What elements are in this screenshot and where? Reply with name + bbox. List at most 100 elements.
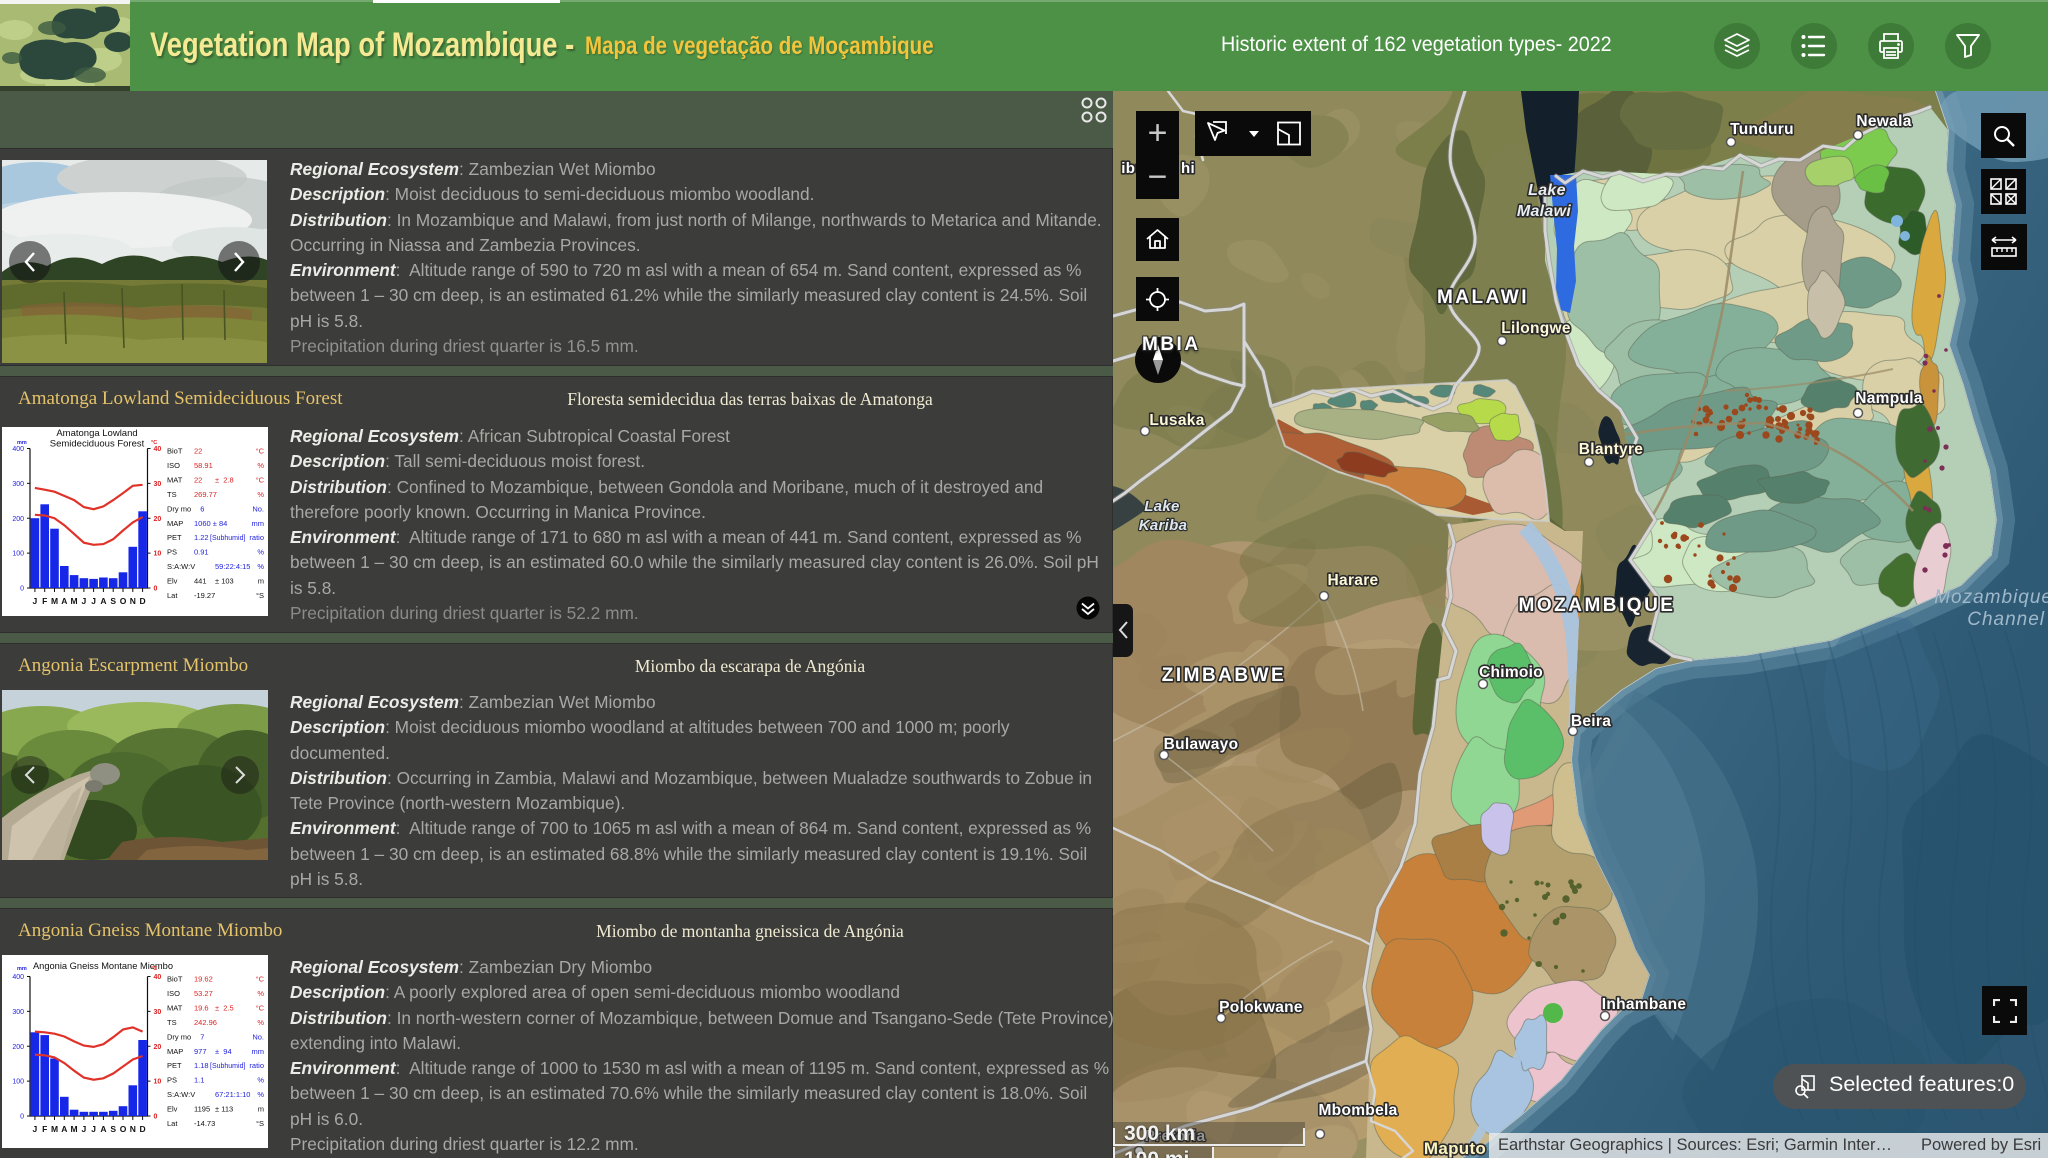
svg-text:40: 40 (154, 974, 162, 981)
svg-text:100: 100 (12, 1079, 24, 1086)
svg-text:± 103: ± 103 (215, 577, 234, 586)
svg-text:59:22:4:15: 59:22:4:15 (215, 562, 250, 571)
svg-text:19.6: 19.6 (194, 1003, 209, 1012)
svg-text:MALAWI: MALAWI (1437, 287, 1529, 308)
svg-text:PS: PS (167, 1076, 177, 1085)
svg-text:Kariba: Kariba (1139, 517, 1188, 534)
svg-text:0: 0 (20, 586, 24, 593)
svg-text:BioT: BioT (167, 975, 183, 984)
svg-text:269.77: 269.77 (194, 490, 217, 499)
svg-text:TS: TS (167, 1018, 177, 1027)
svg-text:Inhambane: Inhambane (1602, 996, 1687, 1013)
svg-text:Lat: Lat (167, 591, 178, 600)
svg-text:300: 300 (12, 481, 24, 488)
svg-text:Beira: Beira (1571, 713, 1611, 730)
svg-text:°C: °C (256, 447, 265, 456)
svg-text:Dry mo: Dry mo (167, 1032, 191, 1041)
svg-text:Lake: Lake (1144, 498, 1179, 515)
svg-text:10: 10 (154, 551, 162, 558)
svg-text:%: % (257, 490, 264, 499)
svg-text:200: 200 (12, 1044, 24, 1051)
svg-text:Polokwane: Polokwane (1219, 999, 1303, 1016)
svg-text:D: D (140, 1124, 146, 1134)
svg-text:O: O (120, 1124, 127, 1134)
svg-text:10: 10 (154, 1079, 162, 1086)
svg-text:°C: °C (256, 975, 265, 984)
svg-text:J: J (91, 596, 96, 606)
svg-text:%: % (257, 461, 264, 470)
svg-text:°C: °C (256, 475, 265, 484)
svg-text:MAT: MAT (167, 1003, 183, 1012)
svg-text:J: J (33, 596, 38, 606)
svg-text:58.91: 58.91 (194, 461, 213, 470)
svg-text:1060 ± 84: 1060 ± 84 (194, 519, 227, 528)
svg-text:± 94: ± 94 (215, 1047, 232, 1056)
svg-text:A: A (100, 596, 106, 606)
svg-text:O: O (120, 596, 127, 606)
svg-text:M: M (71, 1124, 78, 1134)
svg-text:Lilongwe: Lilongwe (1501, 320, 1571, 337)
svg-text:ratio: ratio (249, 1061, 264, 1070)
svg-text:°S: °S (256, 1119, 264, 1128)
svg-text:Blantyre: Blantyre (1579, 441, 1644, 458)
svg-text:0: 0 (154, 586, 158, 593)
svg-text:Elv: Elv (167, 577, 178, 586)
svg-text:Channel: Channel (1967, 609, 2045, 630)
svg-text:m: m (258, 577, 264, 586)
svg-text:m: m (258, 1105, 264, 1114)
svg-text:%: % (257, 989, 264, 998)
svg-text:°S: °S (256, 591, 264, 600)
svg-text:22: 22 (194, 475, 202, 484)
svg-text:J: J (82, 1124, 87, 1134)
svg-text:Maputo: Maputo (1424, 1139, 1486, 1158)
svg-text:Dry mo: Dry mo (167, 504, 191, 513)
svg-text:441: 441 (194, 577, 207, 586)
svg-text:53.27: 53.27 (194, 989, 213, 998)
svg-text:ISO: ISO (167, 989, 180, 998)
svg-text:1.22: 1.22 (194, 533, 209, 542)
svg-text:%: % (257, 562, 264, 571)
svg-text:J: J (33, 1124, 38, 1134)
svg-text:Chimoio: Chimoio (1479, 664, 1543, 681)
svg-text:Elv: Elv (167, 1105, 178, 1114)
svg-text:6: 6 (194, 504, 204, 513)
svg-text:0: 0 (20, 1114, 24, 1121)
svg-text:22: 22 (194, 447, 202, 456)
svg-text:hi: hi (1181, 160, 1195, 177)
svg-text:S: S (110, 596, 116, 606)
svg-text:Newala: Newala (1856, 113, 1911, 130)
svg-text:-14.73: -14.73 (194, 1119, 215, 1128)
svg-text:F: F (42, 1124, 47, 1134)
svg-text:242.96: 242.96 (194, 1018, 217, 1027)
svg-text:67:21:1:10: 67:21:1:10 (215, 1090, 250, 1099)
svg-text:S:A:W:V: S:A:W:V (167, 1090, 195, 1099)
svg-text:MAP: MAP (167, 519, 183, 528)
svg-text:PS: PS (167, 548, 177, 557)
svg-text:MAP: MAP (167, 1047, 183, 1056)
svg-text:M: M (51, 1124, 58, 1134)
svg-text:A: A (61, 1124, 67, 1134)
svg-text:mm: mm (252, 519, 265, 528)
svg-text:40: 40 (154, 446, 162, 453)
svg-text:977: 977 (194, 1047, 207, 1056)
svg-text:200: 200 (12, 516, 24, 523)
svg-text:%: % (257, 1076, 264, 1085)
svg-text:0: 0 (154, 1114, 158, 1121)
svg-text:7: 7 (194, 1032, 204, 1041)
svg-text:No.: No. (252, 1032, 264, 1041)
svg-text:J: J (82, 596, 87, 606)
svg-text:No.: No. (252, 504, 264, 513)
svg-text:A: A (100, 1124, 106, 1134)
svg-text:1195: 1195 (194, 1105, 210, 1114)
svg-text:D: D (140, 596, 146, 606)
svg-text:100: 100 (12, 551, 24, 558)
svg-text:± 2.5: ± 2.5 (215, 1003, 234, 1012)
svg-text:± 2.8: ± 2.8 (215, 475, 234, 484)
svg-text:mm: mm (252, 1047, 265, 1056)
svg-text:Lake: Lake (1528, 182, 1566, 199)
svg-text:J: J (91, 1124, 96, 1134)
svg-text:Nampula: Nampula (1855, 390, 1923, 407)
svg-text:N: N (130, 596, 136, 606)
svg-text:20: 20 (154, 1044, 162, 1051)
svg-text:BioT: BioT (167, 447, 183, 456)
